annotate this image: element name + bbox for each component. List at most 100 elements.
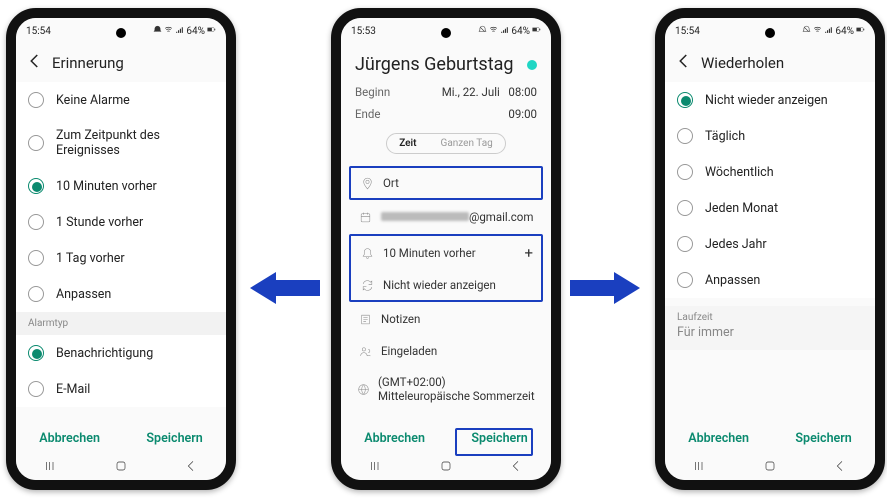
- home-button[interactable]: [438, 458, 454, 478]
- home-button[interactable]: [113, 458, 129, 478]
- header-title: Erinnerung: [52, 54, 124, 72]
- start-label: Beginn: [355, 85, 390, 99]
- repeat-icon: [359, 279, 375, 292]
- location-label: Ort: [383, 176, 399, 190]
- seg-time[interactable]: Zeit: [387, 134, 428, 153]
- battery-text: 64%: [186, 26, 205, 37]
- bell-icon: [359, 247, 375, 260]
- camera-notch: [765, 28, 775, 38]
- option-never[interactable]: Nicht wieder anzeigen: [665, 82, 875, 118]
- reminder-row[interactable]: 10 Minuten vorher +: [351, 236, 541, 270]
- event-title-text: Jürgens Geburtstag: [355, 54, 513, 75]
- option-no-alarm[interactable]: Keine Alarme: [16, 82, 226, 118]
- mute-icon: [802, 25, 811, 37]
- notes-label: Notizen: [381, 312, 420, 326]
- save-button[interactable]: Speichern: [795, 431, 851, 446]
- phone-reminder-screen: 15:54 64% Erinnerung Keine Alarme Zum Ze…: [6, 8, 236, 490]
- option-monthly[interactable]: Jeden Monat: [665, 190, 875, 226]
- cancel-button[interactable]: Abbrechen: [688, 431, 749, 446]
- duration-label: Laufzeit: [677, 312, 863, 323]
- camera-notch: [116, 28, 126, 38]
- timezone-text: (GMT+02:00) Mitteleuropäische Sommerzeit: [378, 376, 535, 404]
- invited-row[interactable]: Eingeladen: [349, 336, 543, 366]
- battery-icon: [207, 25, 216, 37]
- start-row[interactable]: Beginn Mi., 22. Juli 08:00: [341, 81, 551, 103]
- footer-actions: Abbrechen Speichern: [665, 421, 875, 456]
- back-button[interactable]: [183, 458, 199, 478]
- arrow-left: [250, 270, 320, 306]
- calendar-icon: [357, 211, 373, 224]
- wifi-icon: [489, 25, 498, 37]
- location-row[interactable]: Ort: [349, 166, 543, 200]
- recents-button[interactable]: [43, 458, 59, 478]
- save-button[interactable]: Speichern: [471, 431, 527, 446]
- wifi-icon: [164, 25, 173, 37]
- battery-icon: [856, 25, 865, 37]
- type-notification[interactable]: Benachrichtigung: [16, 335, 226, 371]
- option-1hr[interactable]: 1 Stunde vorher: [16, 204, 226, 240]
- recents-button[interactable]: [692, 458, 708, 478]
- add-reminder-icon[interactable]: +: [524, 244, 533, 262]
- timezone-row[interactable]: (GMT+02:00) Mitteleuropäische Sommerzeit: [349, 368, 543, 412]
- android-navbar: [665, 456, 875, 480]
- reminder-repeat-block: 10 Minuten vorher + Nicht wieder anzeige…: [349, 234, 543, 302]
- android-navbar: [341, 456, 551, 480]
- arrow-right: [570, 270, 640, 306]
- option-1day[interactable]: 1 Tag vorher: [16, 240, 226, 276]
- back-button[interactable]: [832, 458, 848, 478]
- globe-icon: [357, 383, 370, 396]
- time-allday-toggle[interactable]: Zeit Ganzen Tag: [341, 125, 551, 164]
- account-row[interactable]: @gmail.com: [349, 202, 543, 232]
- back-icon[interactable]: [675, 52, 701, 74]
- people-icon: [357, 345, 373, 358]
- home-button[interactable]: [762, 458, 778, 478]
- back-button[interactable]: [508, 458, 524, 478]
- footer-actions: Abbrechen Speichern: [341, 421, 551, 456]
- location-icon: [359, 177, 375, 190]
- alarm-type-options: Benachrichtigung E-Mail: [16, 335, 226, 407]
- repeat-row[interactable]: Nicht wieder anzeigen: [351, 270, 541, 300]
- recents-button[interactable]: [368, 458, 384, 478]
- mute-icon: [153, 25, 162, 37]
- alarm-type-label: Alarmtyp: [16, 312, 226, 335]
- event-title-row[interactable]: Jürgens Geburtstag: [341, 44, 551, 81]
- status-time: 15:53: [351, 26, 376, 37]
- repeat-options: Nicht wieder anzeigen Täglich Wöchentlic…: [665, 82, 875, 298]
- duration-value: Für immer: [677, 323, 863, 340]
- type-email[interactable]: E-Mail: [16, 371, 226, 407]
- option-10min[interactable]: 10 Minuten vorher: [16, 168, 226, 204]
- seg-allday[interactable]: Ganzen Tag: [429, 134, 505, 153]
- phone-repeat-screen: 15:54 64% Wiederholen Nicht wieder anzei…: [655, 8, 885, 490]
- event-color-dot[interactable]: [527, 60, 537, 70]
- header: Erinnerung: [16, 44, 226, 82]
- back-icon[interactable]: [26, 52, 52, 74]
- battery-text: 64%: [835, 26, 854, 37]
- option-at-event[interactable]: Zum Zeitpunkt des Ereignisses: [16, 118, 226, 168]
- battery-icon: [532, 25, 541, 37]
- header: Wiederholen: [665, 44, 875, 82]
- option-weekly[interactable]: Wöchentlich: [665, 154, 875, 190]
- notes-icon: [357, 313, 373, 326]
- repeat-text: Nicht wieder anzeigen: [383, 278, 496, 292]
- wifi-icon: [813, 25, 822, 37]
- end-row[interactable]: Ende 09:00: [341, 103, 551, 125]
- duration-row[interactable]: Laufzeit Für immer: [665, 306, 875, 350]
- reminder-options: Keine Alarme Zum Zeitpunkt des Ereigniss…: [16, 82, 226, 312]
- cancel-button[interactable]: Abbrechen: [364, 431, 425, 446]
- save-button[interactable]: Speichern: [146, 431, 202, 446]
- phone-event-screen: 15:53 64% Jürgens Geburtstag Beginn Mi.,…: [331, 8, 561, 490]
- signal-icon: [824, 25, 833, 37]
- footer-actions: Abbrechen Speichern: [16, 421, 226, 456]
- cancel-button[interactable]: Abbrechen: [39, 431, 100, 446]
- invited-label: Eingeladen: [381, 344, 437, 358]
- header-title: Wiederholen: [701, 54, 784, 72]
- signal-icon: [175, 25, 184, 37]
- status-time: 15:54: [675, 26, 700, 37]
- option-yearly[interactable]: Jedes Jahr: [665, 226, 875, 262]
- notes-row[interactable]: Notizen: [349, 304, 543, 334]
- reminder-text: 10 Minuten vorher: [383, 246, 476, 260]
- account-text: @gmail.com: [381, 210, 533, 224]
- option-custom[interactable]: Anpassen: [665, 262, 875, 298]
- option-custom[interactable]: Anpassen: [16, 276, 226, 312]
- option-daily[interactable]: Täglich: [665, 118, 875, 154]
